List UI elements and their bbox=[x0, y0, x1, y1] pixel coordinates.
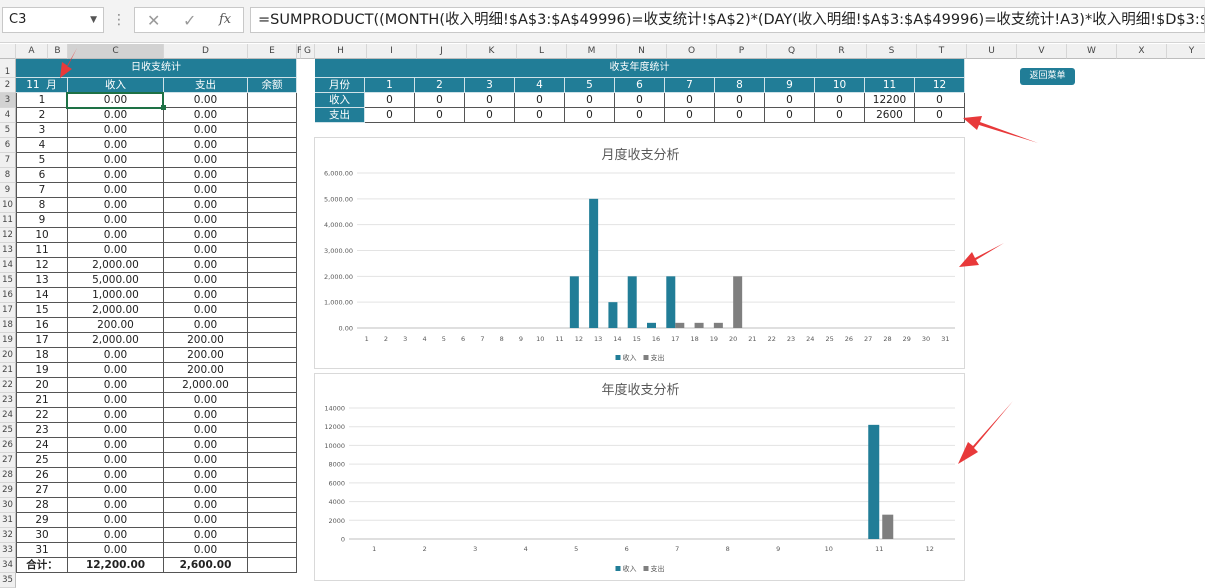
arrow-monthly-chart-icon bbox=[959, 243, 1004, 267]
arrow-month-icon bbox=[60, 48, 77, 78]
arrow-annual-chart-icon bbox=[958, 401, 1013, 464]
annotation-arrows bbox=[60, 48, 1038, 464]
arrow-annual-table-icon bbox=[963, 116, 1038, 143]
